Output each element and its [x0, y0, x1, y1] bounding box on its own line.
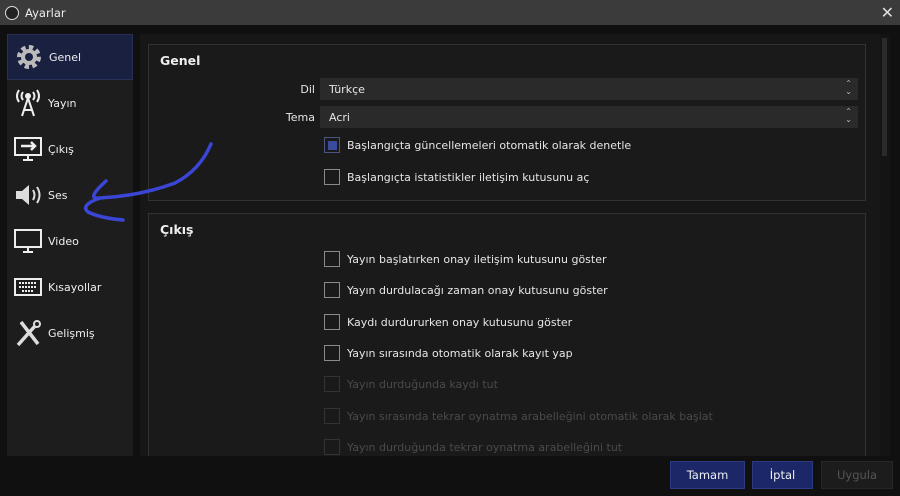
- output-checkbox-disabled: Yayın durduğunda kaydı tut: [324, 376, 498, 392]
- output-checkbox-disabled: Yayın durduğunda tekrar oynatma arabelle…: [324, 439, 622, 455]
- checkbox-label: Yayın durdulacağı zaman onay kutusunu gö…: [347, 283, 608, 297]
- apply-button[interactable]: Uygula: [821, 461, 893, 489]
- content-scrollbar[interactable]: [880, 34, 890, 456]
- title-bar: Ayarlar ✕: [0, 0, 900, 25]
- checkbox-label: Başlangıçta istatistikler iletişim kutus…: [347, 170, 590, 184]
- checkbox[interactable]: [324, 345, 340, 361]
- settings-sidebar: Genel Yayın Çıkış Ses Video Kısayollar G…: [7, 34, 133, 456]
- output-group: Çıkış Yayın başlatırken onay iletişim ku…: [148, 213, 866, 456]
- broadcast-icon: [12, 87, 44, 119]
- output-icon: [12, 133, 44, 165]
- sidebar-item-label: Ses: [48, 188, 68, 202]
- output-checkbox[interactable]: Yayın durdulacağı zaman onay kutusunu gö…: [324, 282, 608, 298]
- sidebar-item-label: Video: [48, 234, 79, 248]
- checkbox-label: Yayın sırasında otomatik olarak kayıt ya…: [347, 346, 573, 360]
- checkbox[interactable]: [324, 314, 340, 330]
- cancel-button[interactable]: İptal: [752, 461, 813, 489]
- output-checkbox-disabled: Yayın sırasında tekrar oynatma arabelleğ…: [324, 408, 713, 424]
- checkbox[interactable]: [324, 137, 340, 153]
- checkbox-label: Yayın sırasında tekrar oynatma arabelleğ…: [347, 409, 713, 423]
- checkbox-label: Yayın başlatırken onay iletişim kutusunu…: [347, 252, 607, 266]
- gear-icon: [13, 41, 45, 73]
- check-updates-checkbox[interactable]: Başlangıçta güncellemeleri otomatik olar…: [324, 137, 631, 153]
- speaker-icon: [12, 179, 44, 211]
- sidebar-item-label: Genel: [49, 50, 82, 64]
- general-group: Genel Dil Türkçe ⌃ ⌄ Tema Acri ⌃ ⌄ Başlangıç…: [148, 44, 866, 201]
- sidebar-item-video[interactable]: Video: [7, 218, 133, 264]
- scrollbar-thumb[interactable]: [882, 38, 887, 156]
- sidebar-item-gelismis[interactable]: Gelişmiş: [7, 310, 133, 356]
- sidebar-item-genel[interactable]: Genel: [7, 34, 133, 80]
- output-checkbox[interactable]: Kaydı durdururken onay kutusunu göster: [324, 314, 572, 330]
- checkbox: [324, 376, 340, 392]
- settings-content: Genel Dil Türkçe ⌃ ⌄ Tema Acri ⌃ ⌄ Başlangıç…: [140, 34, 880, 456]
- ok-button[interactable]: Tamam: [670, 461, 745, 489]
- sidebar-item-label: Kısayollar: [48, 280, 102, 294]
- sidebar-item-label: Çıkış: [48, 142, 74, 156]
- group-title: Genel: [160, 53, 201, 68]
- sidebar-item-cikis[interactable]: Çıkış: [7, 126, 133, 172]
- language-value: Türkçe: [329, 82, 365, 96]
- keyboard-icon: [12, 271, 44, 303]
- checkbox[interactable]: [324, 282, 340, 298]
- sidebar-item-label: Yayın: [48, 96, 77, 110]
- checkbox-label: Kaydı durdururken onay kutusunu göster: [347, 315, 573, 329]
- close-icon[interactable]: ✕: [881, 3, 894, 22]
- sidebar-item-label: Gelişmiş: [48, 326, 95, 340]
- chevron-updown-icon: ⌃ ⌄: [845, 107, 852, 124]
- chevron-updown-icon: ⌃ ⌄: [845, 79, 852, 96]
- checkbox-label: Yayın durduğunda tekrar oynatma arabelle…: [347, 440, 623, 454]
- obs-logo-icon: [5, 5, 19, 20]
- sidebar-item-kisayollar[interactable]: Kısayollar: [7, 264, 133, 310]
- open-stats-checkbox[interactable]: Başlangıçta istatistikler iletişim kutus…: [324, 169, 589, 185]
- checkbox: [324, 408, 340, 424]
- theme-label: Tema: [285, 111, 315, 124]
- monitor-icon: [12, 225, 44, 257]
- checkbox-label: Yayın durduğunda kaydı tut: [347, 377, 498, 391]
- theme-select[interactable]: Acri ⌃ ⌄: [320, 106, 858, 128]
- window-title: Ayarlar: [25, 5, 66, 20]
- checkbox[interactable]: [324, 169, 340, 185]
- tools-icon: [12, 317, 44, 349]
- sidebar-item-ses[interactable]: Ses: [7, 172, 133, 218]
- sidebar-item-yayin[interactable]: Yayın: [7, 80, 133, 126]
- output-checkbox[interactable]: Yayın sırasında otomatik olarak kayıt ya…: [324, 345, 573, 361]
- checkbox: [324, 439, 340, 455]
- output-checkbox[interactable]: Yayın başlatırken onay iletişim kutusunu…: [324, 251, 607, 267]
- checkbox-label: Başlangıçta güncellemeleri otomatik olar…: [347, 138, 632, 152]
- theme-value: Acri: [329, 110, 350, 124]
- language-label: Dil: [300, 83, 315, 96]
- language-select[interactable]: Türkçe ⌃ ⌄: [320, 78, 858, 100]
- checkbox[interactable]: [324, 251, 340, 267]
- group-title: Çıkış: [160, 222, 194, 237]
